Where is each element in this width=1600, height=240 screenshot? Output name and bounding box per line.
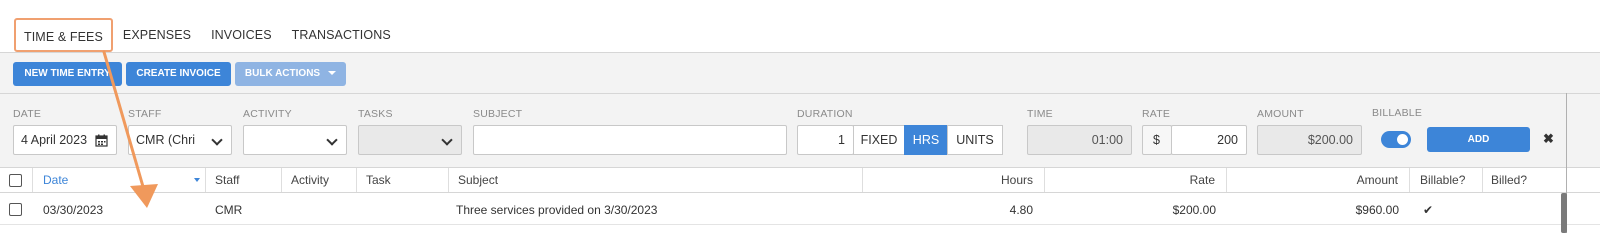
date-field[interactable]: 4 April 2023 (13, 125, 117, 155)
rate-currency: $ (1142, 125, 1172, 155)
row-checkbox[interactable] (9, 203, 22, 216)
billable-label: BILLABLE (1372, 107, 1423, 119)
rate-label: RATE (1142, 108, 1171, 120)
amount-field: $200.00 (1257, 125, 1362, 155)
row-hours: 4.80 (1009, 203, 1033, 217)
tab-time-and-fees[interactable]: TIME & FEES (14, 18, 113, 52)
tasks-label: TASKS (358, 108, 393, 120)
column-header-task[interactable]: Task (366, 173, 391, 187)
amount-label: AMOUNT (1257, 108, 1304, 120)
column-header-billed[interactable]: Billed? (1491, 173, 1527, 187)
tab-bar: TIME & FEES EXPENSES INVOICES TRANSACTIO… (14, 18, 401, 52)
row-staff: CMR (215, 203, 243, 217)
tasks-select[interactable] (358, 125, 462, 155)
row-subject[interactable]: Three services provided on 3/30/2023 (456, 203, 657, 217)
row-divider (0, 224, 1600, 225)
subject-label: SUBJECT (473, 108, 523, 120)
calendar-icon[interactable] (95, 134, 108, 147)
row-amount: $960.00 (1355, 203, 1399, 217)
column-header-subject[interactable]: Subject (458, 173, 498, 187)
row-date: 03/30/2023 (43, 203, 104, 217)
staff-label: STAFF (128, 108, 162, 120)
row-rate: $200.00 (1172, 203, 1216, 217)
rate-input[interactable]: 200 (1171, 125, 1247, 155)
billable-toggle[interactable] (1381, 131, 1411, 148)
staff-value: CMR (Chri (136, 133, 196, 147)
time-label: TIME (1027, 108, 1053, 120)
tab-expenses[interactable]: EXPENSES (113, 18, 201, 52)
time-value: 01:00 (1091, 133, 1123, 147)
date-value: 4 April 2023 (21, 133, 88, 147)
amount-value: $200.00 (1307, 133, 1353, 147)
column-header-amount[interactable]: Amount (1357, 173, 1398, 187)
activity-select[interactable] (243, 125, 347, 155)
duration-label: DURATION (797, 108, 853, 120)
duration-mode-units[interactable]: UNITS (947, 125, 1003, 155)
create-invoice-button[interactable]: CREATE INVOICE (126, 62, 231, 86)
time-field: 01:00 (1027, 125, 1132, 155)
scrollbar-thumb[interactable] (1561, 193, 1567, 233)
staff-select[interactable]: CMR (Chri (128, 125, 232, 155)
close-icon[interactable]: ✖ (1543, 131, 1554, 147)
select-all-checkbox[interactable] (9, 174, 22, 187)
column-header-hours[interactable]: Hours (1001, 173, 1033, 187)
subject-input[interactable] (473, 125, 787, 155)
new-time-entry-button[interactable]: NEW TIME ENTRY (13, 62, 122, 86)
duration-input[interactable]: 1 (797, 125, 854, 155)
column-header-billable[interactable]: Billable? (1420, 173, 1465, 187)
column-header-rate[interactable]: Rate (1190, 173, 1215, 187)
bulk-actions-button[interactable]: BULK ACTIONS (235, 62, 346, 86)
chevron-down-icon (441, 134, 453, 146)
duration-mode-fixed[interactable]: FIXED (853, 125, 905, 155)
bulk-actions-label: BULK ACTIONS (244, 68, 321, 79)
chevron-down-icon (211, 134, 223, 146)
rate-currency-symbol: $ (1153, 133, 1160, 147)
duration-mode-hrs[interactable]: HRS (904, 125, 948, 155)
date-label: DATE (13, 108, 42, 120)
duration-value: 1 (838, 133, 845, 147)
tab-invoices[interactable]: INVOICES (201, 18, 282, 52)
column-header-date[interactable]: Date (43, 173, 68, 187)
caret-down-icon (328, 71, 337, 76)
column-header-staff[interactable]: Staff (215, 173, 239, 187)
column-header-activity[interactable]: Activity (291, 173, 329, 187)
chevron-down-icon (326, 134, 338, 146)
rate-value: 200 (1217, 133, 1238, 147)
check-icon: ✔ (1423, 203, 1434, 217)
toggle-knob (1397, 134, 1408, 145)
activity-label: ACTIVITY (243, 108, 292, 120)
sort-desc-icon[interactable] (194, 178, 200, 182)
add-button[interactable]: ADD (1427, 127, 1530, 152)
tab-transactions[interactable]: TRANSACTIONS (282, 18, 401, 52)
